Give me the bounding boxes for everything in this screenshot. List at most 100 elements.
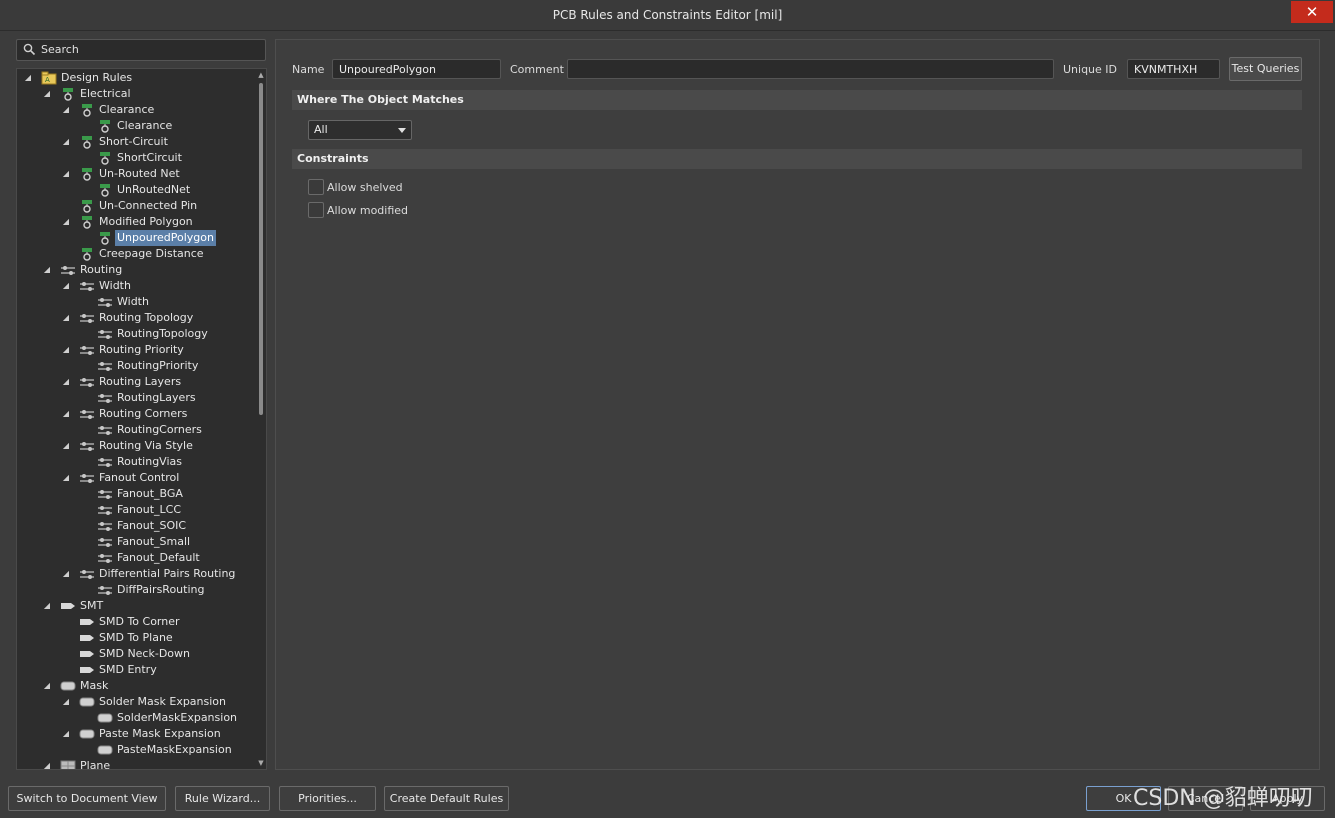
create-default-rules-button[interactable]: Create Default Rules: [384, 786, 509, 811]
expand-arrow-icon[interactable]: ◢: [61, 278, 71, 294]
tree-item[interactable]: ◢ Solder Mask Expansion: [61, 694, 228, 710]
electrical-icon: [79, 167, 95, 181]
tree-item[interactable]: ◢ Mask: [42, 678, 110, 694]
expand-arrow-icon[interactable]: ◢: [61, 726, 71, 742]
expand-arrow-icon[interactable]: ◢: [61, 134, 71, 150]
electrical-icon: [97, 151, 113, 165]
scroll-up-icon[interactable]: ▲: [257, 71, 265, 79]
close-button[interactable]: ✕: [1291, 1, 1333, 23]
expand-arrow-icon[interactable]: ◢: [61, 310, 71, 326]
expand-arrow-icon[interactable]: ◢: [42, 598, 52, 614]
tree-scrollbar[interactable]: ▲ ▼: [256, 69, 266, 769]
expand-arrow-icon[interactable]: ◢: [61, 406, 71, 422]
allow-modified-checkbox[interactable]: [308, 202, 324, 218]
tree-item[interactable]: ◢ Clearance: [61, 102, 156, 118]
tree-item[interactable]: ◢ Routing: [42, 262, 124, 278]
tree-item[interactable]: SolderMaskExpansion: [79, 710, 239, 726]
mask-icon: [79, 727, 95, 741]
tree-item[interactable]: UnpouredPolygon: [79, 230, 216, 246]
tree-item[interactable]: RoutingTopology: [79, 326, 210, 342]
comment-field[interactable]: [567, 59, 1054, 79]
tree-item[interactable]: Fanout_BGA: [79, 486, 185, 502]
tree-item[interactable]: ◢ Routing Corners: [61, 406, 189, 422]
expand-arrow-icon[interactable]: ◢: [61, 102, 71, 118]
tree-item-label: Fanout_LCC: [117, 503, 182, 516]
allow-shelved-checkbox[interactable]: [308, 179, 324, 195]
search-input[interactable]: Search: [16, 39, 266, 61]
expand-arrow-icon[interactable]: ◢: [42, 86, 52, 102]
tree-item[interactable]: ◢ Fanout Control: [61, 470, 181, 486]
tree-item[interactable]: SMD To Corner: [61, 614, 182, 630]
tree-item[interactable]: Fanout_Small: [79, 534, 192, 550]
tree-item[interactable]: ◢ Short-Circuit: [61, 134, 170, 150]
tree-item[interactable]: Fanout_Default: [79, 550, 202, 566]
expand-arrow-icon[interactable]: ◢: [61, 566, 71, 582]
tree-item[interactable]: SMD Entry: [61, 662, 159, 678]
expand-arrow-icon[interactable]: ◢: [42, 678, 52, 694]
tree-item[interactable]: ◢ Un-Routed Net: [61, 166, 182, 182]
unique-id-label: Unique ID: [1063, 63, 1118, 76]
tree-item[interactable]: ◢ A Design Rules: [23, 70, 134, 86]
window-title: PCB Rules and Constraints Editor [mil]: [552, 8, 783, 22]
tree-item[interactable]: RoutingPriority: [79, 358, 200, 374]
tree-item[interactable]: ◢ Width: [61, 278, 133, 294]
tree-item-label: Paste Mask Expansion: [99, 727, 221, 740]
tree-item[interactable]: ◢ Modified Polygon: [61, 214, 195, 230]
priorities-button[interactable]: Priorities...: [279, 786, 376, 811]
tree-item[interactable]: ShortCircuit: [79, 150, 184, 166]
constraints-section-header: Constraints: [292, 149, 1302, 169]
rule-wizard-button[interactable]: Rule Wizard...: [175, 786, 270, 811]
tree-item-label: UnpouredPolygon: [115, 230, 216, 246]
test-queries-button[interactable]: Test Queries: [1229, 57, 1302, 81]
tree-item[interactable]: SMD To Plane: [61, 630, 175, 646]
tree-item-label: Routing Topology: [99, 311, 194, 324]
tree-item[interactable]: ◢ Differential Pairs Routing: [61, 566, 237, 582]
electrical-icon: [79, 199, 95, 213]
expand-arrow-icon[interactable]: ◢: [61, 694, 71, 710]
tree-item[interactable]: ◢ Routing Layers: [61, 374, 183, 390]
search-icon: [23, 43, 36, 56]
tree-item[interactable]: Creepage Distance: [61, 246, 206, 262]
tree-item[interactable]: ◢ Paste Mask Expansion: [61, 726, 223, 742]
tree-item[interactable]: RoutingCorners: [79, 422, 204, 438]
tree-item[interactable]: ◢ Routing Via Style: [61, 438, 195, 454]
object-match-dropdown[interactable]: All: [308, 120, 412, 140]
tree-item[interactable]: Clearance: [79, 118, 174, 134]
tree-item[interactable]: RoutingLayers: [79, 390, 198, 406]
tree-item[interactable]: ◢ SMT: [42, 598, 105, 614]
tree-item-label: Differential Pairs Routing: [99, 567, 236, 580]
tree-item-label: RoutingLayers: [117, 391, 196, 404]
expand-arrow-icon[interactable]: ◢: [42, 262, 52, 278]
tree-item[interactable]: Width: [79, 294, 151, 310]
unique-id-field[interactable]: KVNMTHXH: [1127, 59, 1220, 79]
tree-item-label: Clearance: [117, 119, 173, 132]
tree-item[interactable]: SMD Neck-Down: [61, 646, 192, 662]
tree-item[interactable]: Un-Connected Pin: [61, 198, 199, 214]
tree-item[interactable]: RoutingVias: [79, 454, 184, 470]
scroll-down-icon[interactable]: ▼: [257, 759, 265, 767]
where-section-header: Where The Object Matches: [292, 90, 1302, 110]
tree-item[interactable]: Fanout_SOIC: [79, 518, 188, 534]
expand-arrow-icon[interactable]: ◢: [61, 374, 71, 390]
expand-arrow-icon[interactable]: ◢: [61, 470, 71, 486]
expand-arrow-icon[interactable]: ◢: [61, 166, 71, 182]
tree-item[interactable]: ◢ Plane: [42, 758, 112, 769]
switch-to-document-view-button[interactable]: Switch to Document View: [8, 786, 166, 811]
tree-item-label: SMD Neck-Down: [99, 647, 190, 660]
tree-item[interactable]: DiffPairsRouting: [79, 582, 206, 598]
tree-item[interactable]: ◢ Routing Topology: [61, 310, 195, 326]
tree-item[interactable]: UnRoutedNet: [79, 182, 192, 198]
expand-arrow-icon[interactable]: ◢: [61, 342, 71, 358]
name-field[interactable]: UnpouredPolygon: [332, 59, 501, 79]
tree-item[interactable]: ◢ Routing Priority: [61, 342, 186, 358]
expand-arrow-icon[interactable]: ◢: [61, 214, 71, 230]
expand-arrow-icon[interactable]: ◢: [61, 438, 71, 454]
tree-item[interactable]: Fanout_LCC: [79, 502, 183, 518]
expand-arrow-icon[interactable]: ◢: [23, 70, 33, 86]
expand-arrow-icon[interactable]: ◢: [42, 758, 52, 769]
tree-item[interactable]: PasteMaskExpansion: [79, 742, 234, 758]
scroll-thumb[interactable]: [259, 83, 263, 415]
rules-tree-panel[interactable]: ◢ A Design Rules ◢ Electrical ◢ Clearance Clear…: [16, 68, 267, 770]
tree-item[interactable]: ◢ Electrical: [42, 86, 133, 102]
routing-icon: [97, 423, 113, 437]
